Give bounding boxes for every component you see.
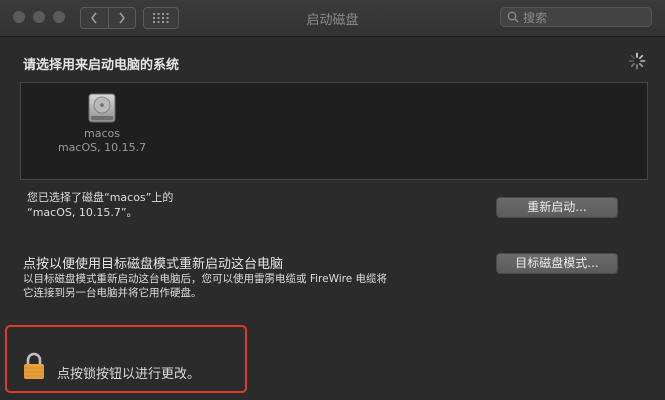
selected-disk-line-2: “macOS, 10.15.7”。 [27,206,138,219]
section-heading: 请选择用来启动电脑的系统 [23,58,180,73]
selected-disk-text: 您已选择了磁盘“macos”上的 “macOS, 10.15.7”。 [27,190,173,220]
search-field[interactable]: 搜索 [500,7,652,27]
target-disk-mode-title: 点按以便使用目标磁盘模式重新启动这台电脑 [23,257,284,272]
lock-instruction-text: 点按锁按钮以进行更改。 [57,367,201,382]
target-disk-mode-button[interactable]: 目标磁盘模式... [496,253,618,274]
disk-item-macos[interactable]: macos macOS, 10.15.7 [47,93,157,154]
selected-disk-line-1: 您已选择了磁盘“macos”上的 [27,191,174,204]
disk-os-version: macOS, 10.15.7 [57,141,147,154]
target-desc-line-1: 以目标磁盘模式重新启动这台电脑后，您可以使用雷雳电缆或 FireWire 电缆将 [23,273,388,285]
hard-drive-icon [88,93,116,123]
window-titlebar: 启动磁盘 搜索 [0,0,665,37]
restart-button[interactable]: 重新启动... [496,197,618,218]
search-placeholder: 搜索 [523,10,548,25]
search-icon [507,11,519,23]
lock-highlight-box: 点按锁按钮以进行更改。 [5,325,247,393]
lock-icon[interactable] [23,352,45,380]
disk-name: macos [84,127,120,140]
loading-spinner-icon [628,52,646,70]
target-disk-mode-description: 以目标磁盘模式重新启动这台电脑后，您可以使用雷雳电缆或 FireWire 电缆将… [23,272,443,300]
disk-list: macos macOS, 10.15.7 [20,82,648,180]
target-desc-line-2: 它连接到另一台电脑并将它用作硬盘。 [23,287,202,299]
